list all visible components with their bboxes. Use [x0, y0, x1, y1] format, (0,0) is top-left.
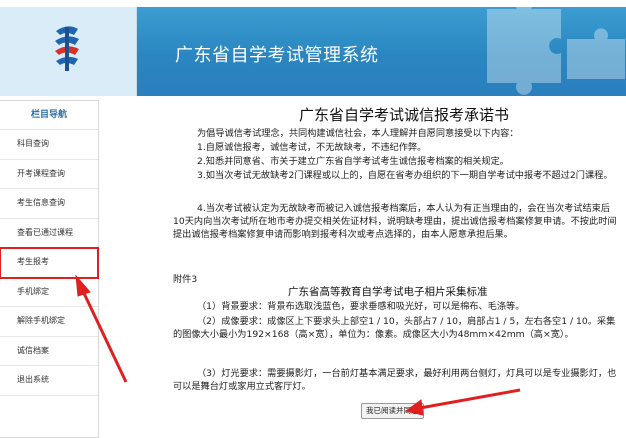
sidebar-item-integrity-record[interactable]: 诚信档案: [0, 337, 98, 366]
document-title: 广东省自学考试诚信报考承诺书: [299, 106, 510, 124]
exam-logo-icon: [55, 26, 79, 71]
annex-label: 附件3: [173, 274, 198, 285]
sidebar-item-passed-courses[interactable]: 查看已通过课程: [0, 219, 98, 248]
sidebar-nav: 栏目导航 科目查询 开考课程查询 考生信息查询 查看已通过课程 考生报考 手机绑…: [0, 100, 99, 438]
photo-imaging-requirement: （2）成像要求：成像区上下要求头上部空1 / 10，头部占7 / 10，肩部占1…: [173, 316, 616, 340]
sidebar-item-bind-phone[interactable]: 手机绑定: [0, 278, 98, 307]
page-header: 广东省自学考试管理系统: [0, 0, 626, 96]
logo-area: [0, 7, 137, 96]
commitment-item-3: 3.如当次考试无故缺考2门课程或以上的，自愿在省考办组织的下一期自学考试中报考不…: [197, 170, 613, 181]
main-content: 广东省自学考试诚信报考承诺书 为倡导诚信考试理念，共同构建诚信社会，本人理解并自…: [99, 96, 626, 436]
sidebar-item-student-info[interactable]: 考生信息查询: [0, 189, 98, 219]
sidebar-item-logout[interactable]: 退出系统: [0, 366, 98, 396]
photo-standard-title: 广东省高等教育自学考试电子相片采集标准: [288, 286, 488, 298]
sidebar-item-subject-query[interactable]: 科目查询: [0, 130, 98, 160]
sidebar-item-course-query[interactable]: 开考课程查询: [0, 160, 98, 189]
photo-lighting-requirement: （3）灯光要求：需要摄影灯，一台前灯基本满足要求，最好利用两台侧灯，灯具可以是专…: [173, 368, 617, 392]
system-title: 广东省自学考试管理系统: [175, 45, 379, 66]
sidebar-item-unbind-phone[interactable]: 解除手机绑定: [0, 307, 98, 337]
commitment-intro: 为倡导诚信考试理念，共同构建诚信社会，本人理解并自愿同意接受以下内容：: [197, 128, 519, 139]
header-banner: 广东省自学考试管理系统: [137, 7, 626, 96]
sidebar-title: 栏目导航: [0, 101, 98, 130]
commitment-item-4: 4.当次考试被认定为无故缺考而被记入诚信报考档案后，本人认为有正当理由的，会在当…: [173, 203, 617, 240]
sidebar-item-registration[interactable]: 考生报考: [0, 247, 99, 279]
agree-button[interactable]: 我已阅读并同意: [361, 403, 424, 419]
puzzle-decoration-icon: [487, 7, 625, 95]
commitment-item-2: 2.知悉并同意省、市关于建立广东省自学考试考生诚信报考档案的相关规定。: [197, 156, 509, 167]
commitment-item-1: 1.自愿诚信报考，诚信考试，不无故缺考，不违纪作弊。: [197, 142, 427, 153]
photo-background-requirement: （1）背景要求：背景布选取浅蓝色，要求垂感和吸光好，可以是棉布、毛涤等。: [197, 301, 525, 312]
